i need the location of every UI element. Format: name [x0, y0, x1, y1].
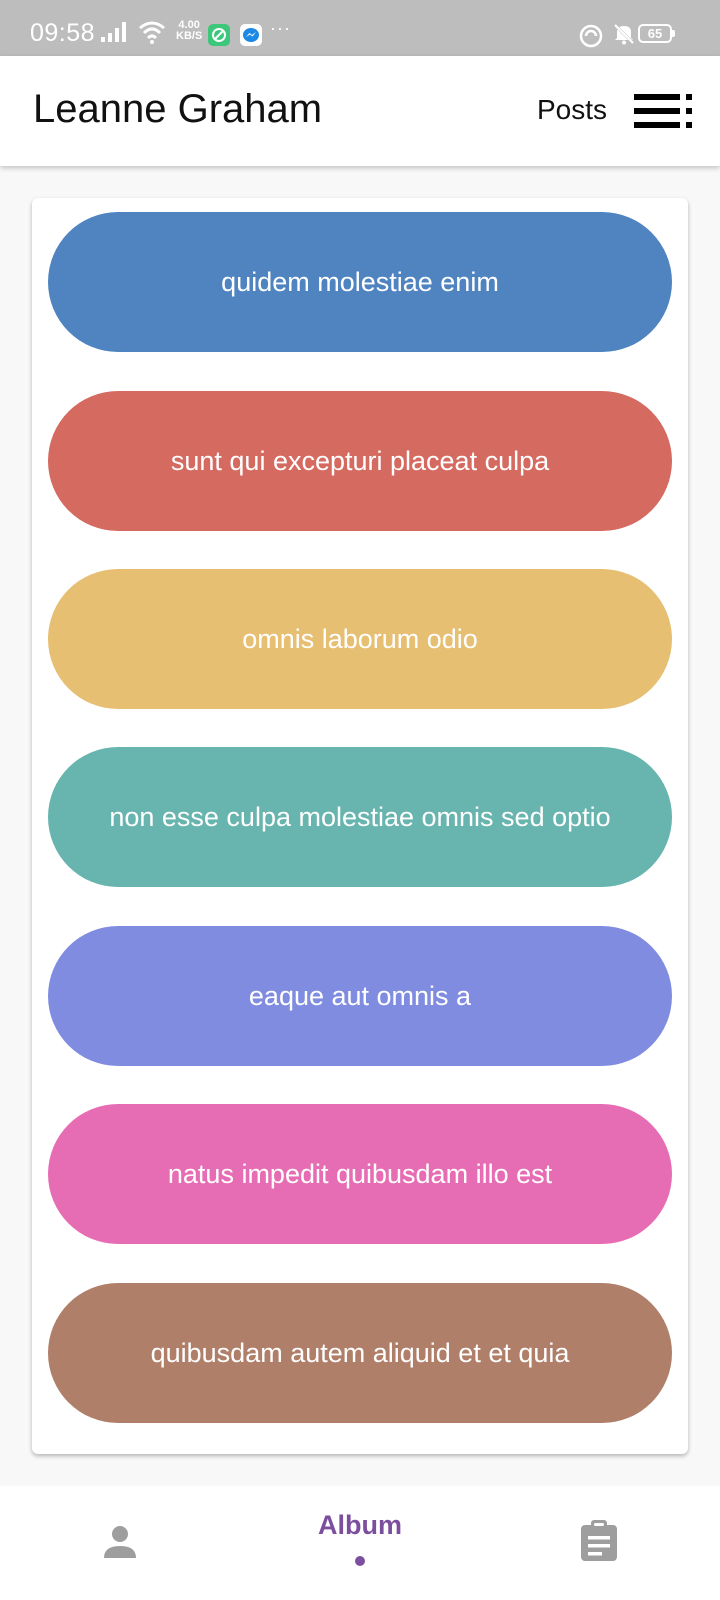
nav-album[interactable]: Album	[270, 1486, 450, 1600]
album-item[interactable]: quidem molestiae enim	[48, 212, 672, 352]
app-notification-icon	[208, 24, 230, 51]
app-bar: Leanne Graham Posts	[0, 56, 720, 166]
status-bar: 09:58 4.00 KB/S ··· 65	[0, 0, 720, 56]
network-speed: 4.00 KB/S	[176, 20, 202, 42]
menu-icon[interactable]	[634, 94, 694, 128]
signal-icon	[100, 21, 128, 48]
clipboard-icon	[581, 1520, 617, 1561]
person-icon	[104, 1526, 136, 1558]
nav-album-label: Album	[318, 1510, 402, 1540]
more-notifications: ···	[270, 18, 291, 38]
messenger-icon	[240, 24, 262, 51]
posts-link[interactable]: Posts	[537, 94, 607, 126]
mute-icon	[612, 22, 636, 51]
active-indicator-dot	[355, 1556, 365, 1566]
album-item[interactable]: non esse culpa molestiae omnis sed optio	[48, 747, 672, 887]
battery-icon: 65	[638, 24, 675, 43]
page-title: Leanne Graham	[33, 87, 323, 131]
wifi-icon	[138, 20, 166, 49]
data-saver-icon	[579, 24, 603, 53]
album-item[interactable]: omnis laborum odio	[48, 569, 672, 709]
album-list-card: quidem molestiae enim sunt qui excepturi…	[32, 198, 688, 1454]
status-time: 09:58	[30, 19, 96, 47]
album-item[interactable]: sunt qui excepturi placeat culpa	[48, 391, 672, 531]
album-item[interactable]: quibusdam autem aliquid et et quia	[48, 1283, 672, 1423]
nav-profile[interactable]	[30, 1486, 210, 1600]
album-item[interactable]: eaque aut omnis a	[48, 926, 672, 1066]
nav-posts[interactable]	[510, 1486, 690, 1600]
bottom-navigation: Album	[0, 1486, 720, 1600]
album-item[interactable]: natus impedit quibusdam illo est	[48, 1104, 672, 1244]
network-speed-unit: KB/S	[176, 30, 203, 42]
